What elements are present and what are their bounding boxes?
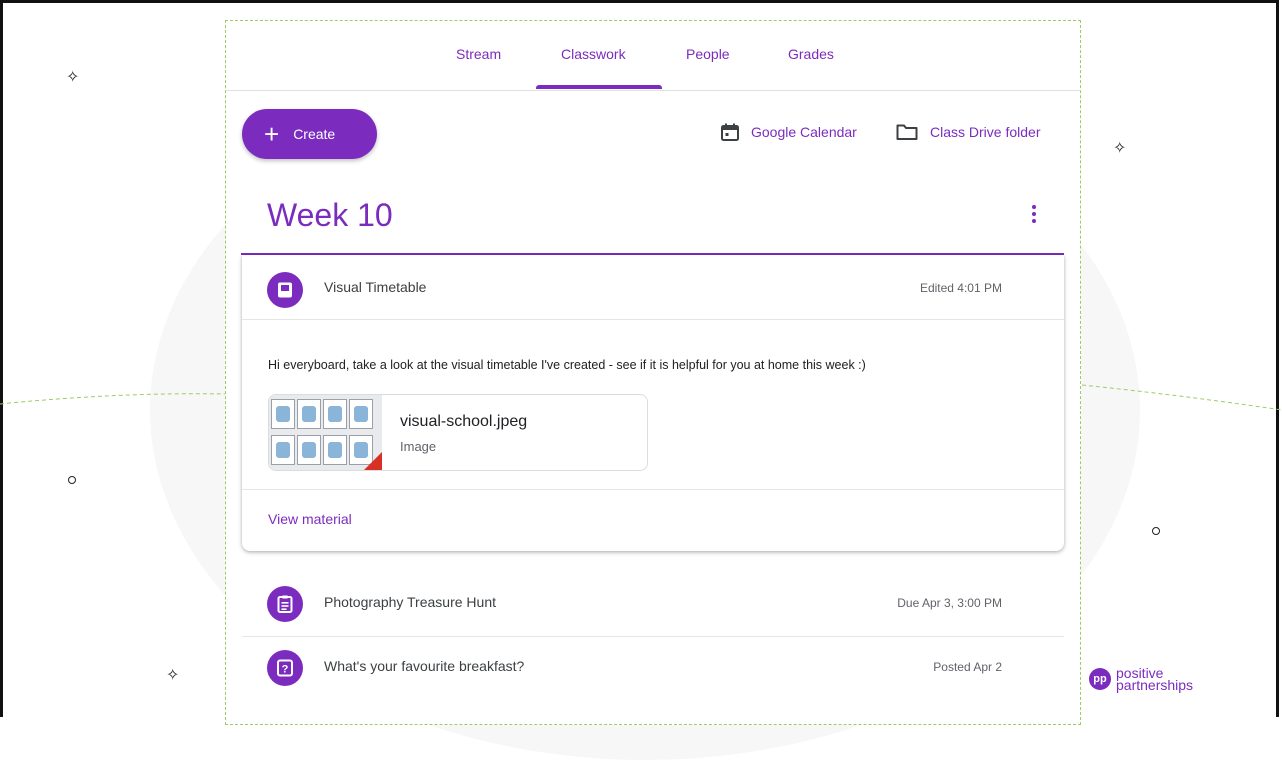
tab-people[interactable]: People	[686, 46, 730, 62]
folder-icon	[896, 124, 918, 140]
material-title[interactable]: Visual Timetable	[324, 279, 426, 295]
tab-grades[interactable]: Grades	[788, 46, 834, 62]
positive-partnerships-logo: pp positive partnerships	[1089, 666, 1194, 693]
attachment-card[interactable]: visual-school.jpeg Image	[268, 394, 648, 471]
create-button-label: Create	[293, 126, 336, 142]
attachment-type: Image	[400, 439, 437, 454]
question-posted-date: Posted Apr 2	[933, 660, 1002, 674]
circle-decoration	[68, 476, 76, 484]
classroom-panel: Stream Classwork People Grades + Create …	[225, 20, 1081, 725]
logo-mark: pp	[1089, 668, 1111, 690]
logo-text: positive partnerships	[1116, 666, 1194, 693]
assignment-due-date: Due Apr 3, 3:00 PM	[897, 596, 1002, 610]
class-drive-folder-label: Class Drive folder	[930, 124, 1041, 140]
assignment-title[interactable]: Photography Treasure Hunt	[324, 594, 496, 610]
sparkle-icon: ✧	[66, 69, 80, 86]
material-edited-time: Edited 4:01 PM	[919, 281, 1002, 295]
tab-stream[interactable]: Stream	[456, 46, 501, 62]
topic-title: Week 10	[267, 197, 393, 233]
plus-icon: +	[264, 119, 280, 149]
logo-line-2: partnerships	[1116, 677, 1194, 693]
attachment-thumbnail	[269, 395, 382, 470]
google-calendar-label: Google Calendar	[751, 124, 857, 140]
sparkle-icon: ✧	[1113, 140, 1127, 157]
assignment-icon	[267, 586, 303, 622]
active-tab-indicator	[536, 85, 662, 89]
image-file-corner-icon	[364, 452, 382, 470]
sparkle-icon: ✧	[166, 667, 180, 684]
tab-bar: Stream Classwork People Grades	[226, 21, 1080, 91]
divider	[242, 319, 1064, 320]
question-icon: ?	[267, 650, 303, 686]
question-title[interactable]: What's your favourite breakfast?	[324, 658, 524, 674]
svg-text:?: ?	[282, 664, 289, 676]
material-card: Visual Timetable Edited 4:01 PM Hi every…	[242, 255, 1064, 551]
divider	[242, 489, 1064, 490]
material-icon	[267, 272, 303, 308]
google-calendar-link[interactable]: Google Calendar	[721, 123, 857, 141]
create-button[interactable]: + Create	[242, 109, 377, 159]
divider	[242, 636, 1064, 637]
tab-classwork[interactable]: Classwork	[561, 46, 626, 62]
calendar-icon	[721, 123, 739, 141]
view-material-link[interactable]: View material	[268, 511, 352, 527]
class-drive-folder-link[interactable]: Class Drive folder	[896, 123, 1040, 141]
attachment-name: visual-school.jpeg	[400, 413, 528, 430]
material-description: Hi everyboard, take a look at the visual…	[268, 358, 866, 372]
more-options-icon[interactable]	[1030, 205, 1038, 227]
circle-decoration	[1152, 527, 1160, 535]
